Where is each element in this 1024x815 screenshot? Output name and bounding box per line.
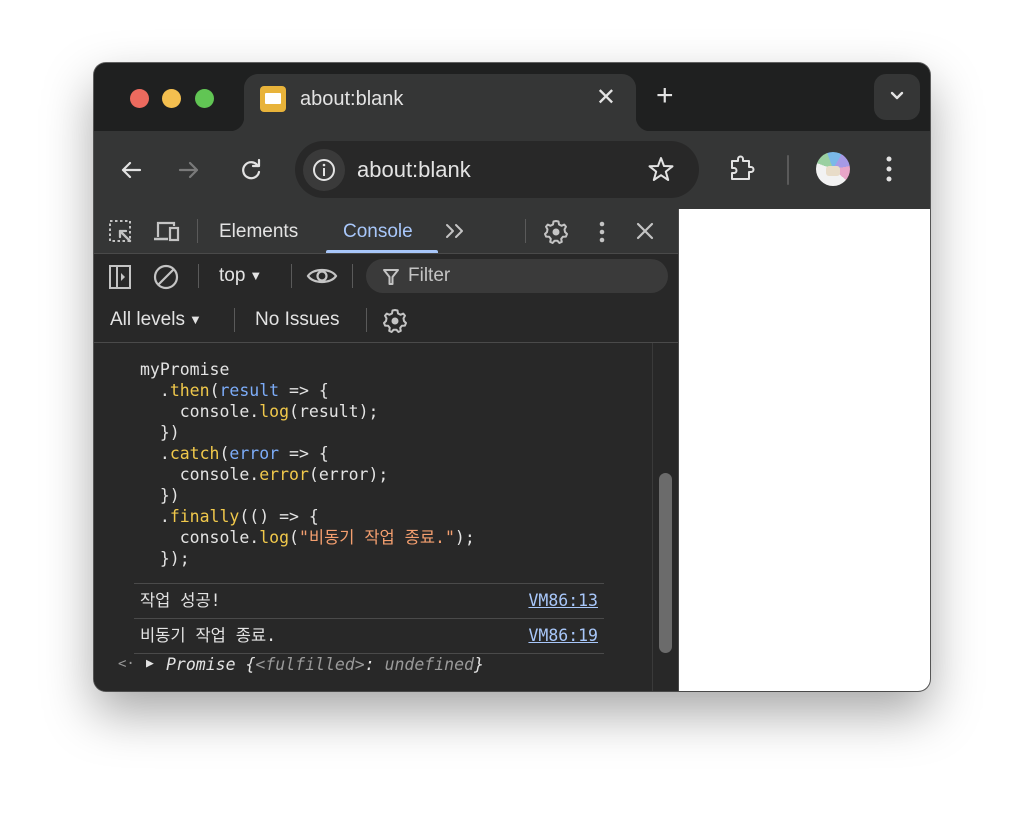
info-icon <box>313 159 335 181</box>
console-toolbar: top ▼ <box>94 254 678 298</box>
tab-strip: about:blank ✕ + <box>94 63 930 131</box>
code-line: }); <box>140 549 190 568</box>
code-line: }) <box>140 486 180 505</box>
active-tab-indicator <box>326 250 438 253</box>
toolbar-separator <box>234 308 235 332</box>
extensions-puzzle-icon <box>731 155 755 180</box>
devtools-panel: Elements Console top▼ All levels▼ <box>94 209 678 691</box>
reload-icon <box>242 158 261 180</box>
code-line: .finally(() => { <box>140 507 319 526</box>
maximize-window-button[interactable] <box>195 89 214 108</box>
tab-console[interactable]: Console <box>343 221 413 243</box>
sidebar-toggle-icon[interactable] <box>108 264 132 290</box>
code-line: console.log("비동기 작업 종료."); <box>140 528 475 547</box>
tab-close-icon[interactable]: ✕ <box>596 84 616 112</box>
code-line: .then(result => { <box>140 381 329 400</box>
result-value[interactable]: Promise {<fulfilled>: undefined} <box>166 654 484 676</box>
toolbar-divider <box>787 155 789 185</box>
url-text[interactable]: about:blank <box>357 156 471 184</box>
forward-arrow-icon <box>178 161 199 179</box>
tab-elements[interactable]: Elements <box>219 221 298 243</box>
bookmark-button[interactable] <box>647 155 675 188</box>
result-state: <fulfilled> <box>255 655 365 674</box>
result-undefined: undefined <box>384 655 474 674</box>
context-value: top <box>219 265 246 286</box>
console-settings-gear-icon[interactable] <box>381 307 409 335</box>
back-button[interactable] <box>116 155 146 185</box>
context-selector[interactable]: top ▼ <box>219 265 262 288</box>
result-return-icon: <· <box>118 656 135 672</box>
minimize-window-button[interactable] <box>162 89 181 108</box>
filter-box[interactable] <box>366 259 668 293</box>
clear-console-icon[interactable] <box>152 263 180 291</box>
address-bar[interactable]: about:blank <box>295 141 699 198</box>
filter-input[interactable] <box>408 264 648 288</box>
toolbar-separator <box>525 219 526 243</box>
tab-search-button[interactable] <box>874 74 920 120</box>
result-suffix: } <box>473 655 484 674</box>
console-output: myPromise .then(result => { console.log(… <box>94 343 678 691</box>
code-line: .catch(error => { <box>140 444 329 463</box>
more-menu-button[interactable] <box>884 153 894 190</box>
toolbar-separator <box>197 219 198 243</box>
back-arrow-icon <box>121 161 142 179</box>
result-prefix: Promise { <box>166 655 256 674</box>
forward-button[interactable] <box>174 155 204 185</box>
filter-funnel-icon <box>383 269 399 285</box>
close-window-button[interactable] <box>130 89 149 108</box>
log-levels-value: All levels <box>110 309 185 330</box>
log-levels-dropdown[interactable]: All levels ▼ <box>110 309 202 332</box>
live-expression-eye-icon[interactable] <box>306 265 338 287</box>
expand-triangle-icon[interactable]: ▶ <box>146 656 154 671</box>
console-result-row: <· ▶ Promise {<fulfilled>: undefined} <box>94 653 644 683</box>
reload-button[interactable] <box>236 155 266 185</box>
log-message: 작업 성공! <box>140 591 221 610</box>
close-devtools-icon[interactable] <box>635 221 655 241</box>
log-source-link[interactable]: VM86:19 <box>528 626 598 646</box>
code-line: console.log(result); <box>140 402 379 421</box>
page-favicon-icon <box>260 86 286 112</box>
dropdown-caret-icon: ▼ <box>249 268 263 283</box>
code-line: myPromise <box>140 360 230 379</box>
log-message: 비동기 작업 종료. <box>140 626 277 645</box>
toolbar-separator <box>198 264 199 288</box>
profile-avatar[interactable] <box>816 152 850 186</box>
code-line: console.error(error); <box>140 465 389 484</box>
browser-tab[interactable]: about:blank ✕ <box>230 74 650 131</box>
settings-gear-icon[interactable] <box>542 218 570 246</box>
console-log-row: 비동기 작업 종료. VM86:19 <box>134 618 604 654</box>
toolbar-separator <box>352 264 353 288</box>
more-tabs-icon[interactable] <box>444 222 468 240</box>
console-toolbar-secondary: All levels ▼ No Issues <box>94 298 678 343</box>
result-colon: : <box>364 655 385 674</box>
chevron-down-icon <box>890 91 904 100</box>
browser-toolbar: about:blank <box>94 131 930 209</box>
console-log-row: 작업 성공! VM86:13 <box>134 583 604 619</box>
new-tab-button[interactable]: + <box>656 79 674 113</box>
more-vertical-icon <box>886 156 892 182</box>
inspect-element-icon[interactable] <box>108 219 134 245</box>
scrollbar-track <box>652 343 653 691</box>
devtools-more-icon[interactable] <box>597 219 607 245</box>
extensions-button[interactable] <box>727 154 757 189</box>
tab-title: about:blank <box>300 88 404 110</box>
toolbar-separator <box>291 264 292 288</box>
page-viewport[interactable] <box>678 209 930 691</box>
browser-window: about:blank ✕ + about:blank Elements Con… <box>94 63 930 691</box>
dropdown-caret-icon: ▼ <box>188 312 202 327</box>
site-info-button[interactable] <box>303 149 345 191</box>
code-input-echo: myPromise .then(result => { console.log(… <box>140 359 475 569</box>
device-toggle-icon[interactable] <box>152 219 182 245</box>
issues-counter[interactable]: No Issues <box>255 309 339 331</box>
bookmark-star-icon <box>648 157 674 181</box>
code-line: }) <box>140 423 180 442</box>
log-source-link[interactable]: VM86:13 <box>528 591 598 611</box>
devtools-tab-bar: Elements Console <box>94 209 678 254</box>
toolbar-separator <box>366 308 367 332</box>
scrollbar-thumb[interactable] <box>659 473 672 653</box>
